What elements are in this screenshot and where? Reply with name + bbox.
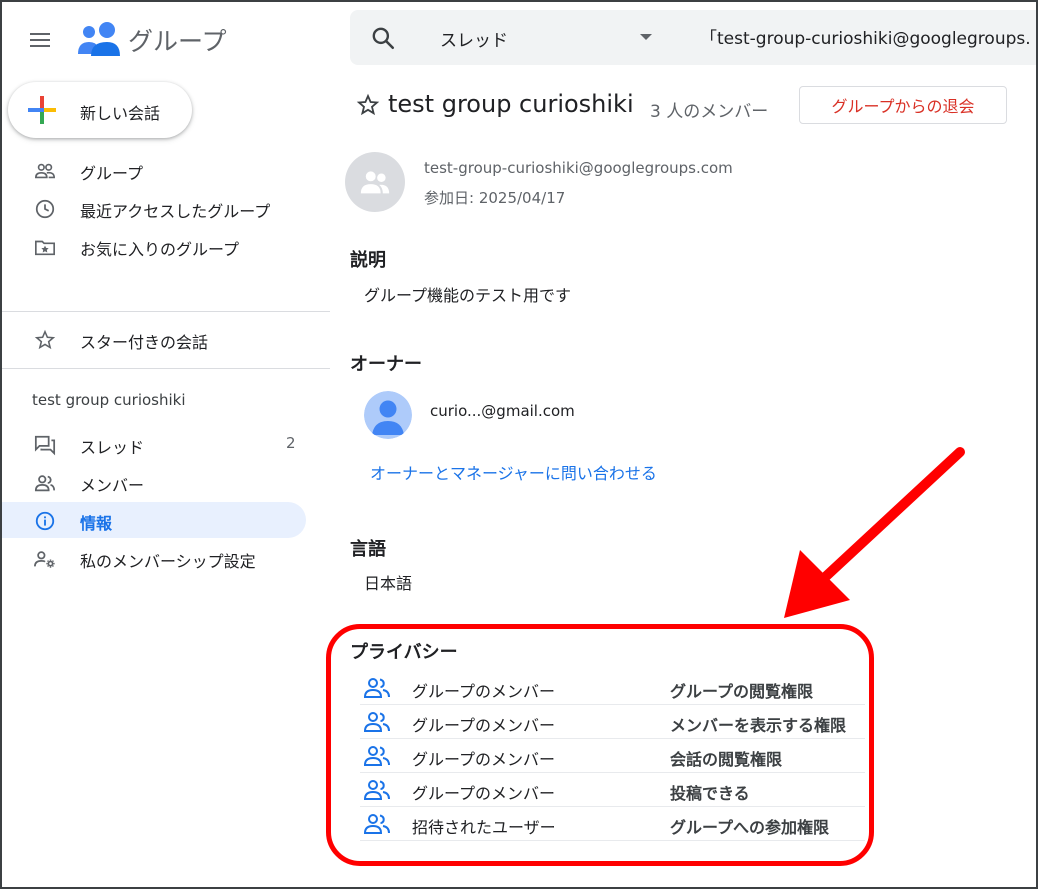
sidebar-item-label: スレッド — [80, 438, 145, 457]
description-text: グループ機能のテスト用です — [364, 286, 572, 305]
leave-group-button[interactable]: グループからの退会 — [799, 86, 1007, 124]
privacy-who: グループのメンバー — [412, 750, 556, 769]
sidebar-item-recent-groups[interactable]: 最近アクセスしたグループ — [0, 190, 306, 226]
plus-icon — [28, 96, 56, 124]
group-email: test-group-curioshiki@googlegroups.com — [424, 159, 733, 177]
main-menu-button[interactable] — [22, 22, 58, 58]
membership-settings-icon — [34, 551, 55, 568]
members-icon — [364, 780, 390, 800]
avatar — [364, 391, 412, 439]
new-conversation-button[interactable]: 新しい会話 — [8, 82, 192, 138]
owner-email: curio...@gmail.com — [430, 402, 575, 420]
search-icon[interactable] — [370, 25, 396, 51]
privacy-permission: メンバーを表示する権限 — [670, 716, 847, 735]
sidebar-item-membership-settings[interactable]: 私のメンバーシップ設定 — [0, 540, 306, 576]
hamburger-icon — [30, 33, 50, 47]
groups-logo-icon[interactable] — [78, 20, 120, 60]
sidebar-item-info[interactable]: 情報 — [0, 502, 306, 538]
sidebar-item-label: グループ — [80, 164, 144, 183]
new-conversation-label: 新しい会話 — [80, 104, 161, 123]
clock-icon — [35, 199, 55, 219]
search-scope-dropdown[interactable]: スレッド — [440, 26, 508, 51]
sidebar-item-favorite-groups[interactable]: お気に入りのグループ — [0, 228, 306, 264]
privacy-permission: 投稿できる — [670, 784, 750, 803]
sidebar-item-label: 情報 — [80, 514, 113, 533]
chevron-down-icon[interactable] — [640, 34, 652, 40]
privacy-permission: グループの閲覧権限 — [670, 682, 814, 701]
sidebar-item-label: お気に入りのグループ — [80, 240, 240, 259]
members-icon — [364, 712, 390, 732]
privacy-heading: プライバシー — [350, 642, 458, 663]
language-text: 日本語 — [364, 574, 413, 593]
sidebar-divider — [0, 311, 330, 312]
members-icon — [364, 746, 390, 766]
info-icon — [35, 511, 55, 531]
privacy-who: 招待されたユーザー — [412, 818, 556, 837]
sidebar-divider — [0, 368, 330, 369]
privacy-row: グループのメンバー 投稿できる — [360, 773, 865, 807]
sidebar-item-members[interactable]: メンバー — [0, 464, 306, 500]
sidebar-item-threads[interactable]: スレッド 2 — [0, 426, 306, 462]
sidebar-item-starred-conversations[interactable]: スター付きの会話 — [0, 321, 306, 357]
sidebar-item-label: メンバー — [80, 476, 145, 495]
privacy-who: グループのメンバー — [412, 682, 556, 701]
privacy-row: 招待されたユーザー グループへの参加権限 — [360, 807, 865, 841]
search-bar[interactable]: スレッド 「test-group-curioshiki@googlegroups… — [350, 10, 1038, 65]
members-icon — [364, 678, 390, 698]
star-folder-icon — [35, 240, 55, 256]
group-avatar-icon — [360, 171, 390, 194]
privacy-row: グループのメンバー メンバーを表示する権限 — [360, 705, 865, 739]
member-count[interactable]: 3 人のメンバー — [650, 97, 768, 122]
user-avatar-icon — [364, 391, 412, 439]
privacy-permission: グループへの参加権限 — [670, 818, 830, 837]
members-icon — [364, 814, 390, 834]
description-heading: 説明 — [350, 250, 386, 271]
owner-heading: オーナー — [350, 354, 422, 375]
star-group-icon[interactable] — [356, 93, 380, 117]
sidebar-group-heading: test group curioshiki — [32, 391, 186, 409]
privacy-row: グループのメンバー グループの閲覧権限 — [360, 671, 865, 705]
group-avatar — [345, 152, 405, 212]
contact-owners-link[interactable]: オーナーとマネージャーに問い合わせる — [370, 460, 657, 484]
star-icon — [34, 329, 56, 350]
threads-icon — [34, 435, 56, 456]
page-title: test group curioshiki — [388, 90, 634, 118]
thread-count-badge: 2 — [286, 434, 296, 452]
privacy-permission: 会話の閲覧権限 — [670, 750, 783, 769]
privacy-who: グループのメンバー — [412, 716, 556, 735]
sidebar-item-label: スター付きの会話 — [80, 333, 209, 352]
join-date: 参加日: 2025/04/17 — [424, 189, 566, 207]
privacy-who: グループのメンバー — [412, 784, 556, 803]
annotation-arrow-icon — [784, 447, 965, 618]
privacy-row: グループのメンバー 会話の閲覧権限 — [360, 739, 865, 773]
language-heading: 言語 — [350, 539, 386, 560]
sidebar-item-groups[interactable]: グループ — [0, 152, 306, 188]
sidebar-item-label: 最近アクセスしたグループ — [80, 202, 271, 221]
app-title: グループ — [128, 27, 227, 56]
search-input[interactable]: 「test-group-curioshiki@googlegroups. — [700, 24, 1038, 52]
groups-icon — [35, 163, 55, 179]
members-icon — [34, 475, 56, 492]
sidebar-item-label: 私のメンバーシップ設定 — [80, 552, 256, 571]
